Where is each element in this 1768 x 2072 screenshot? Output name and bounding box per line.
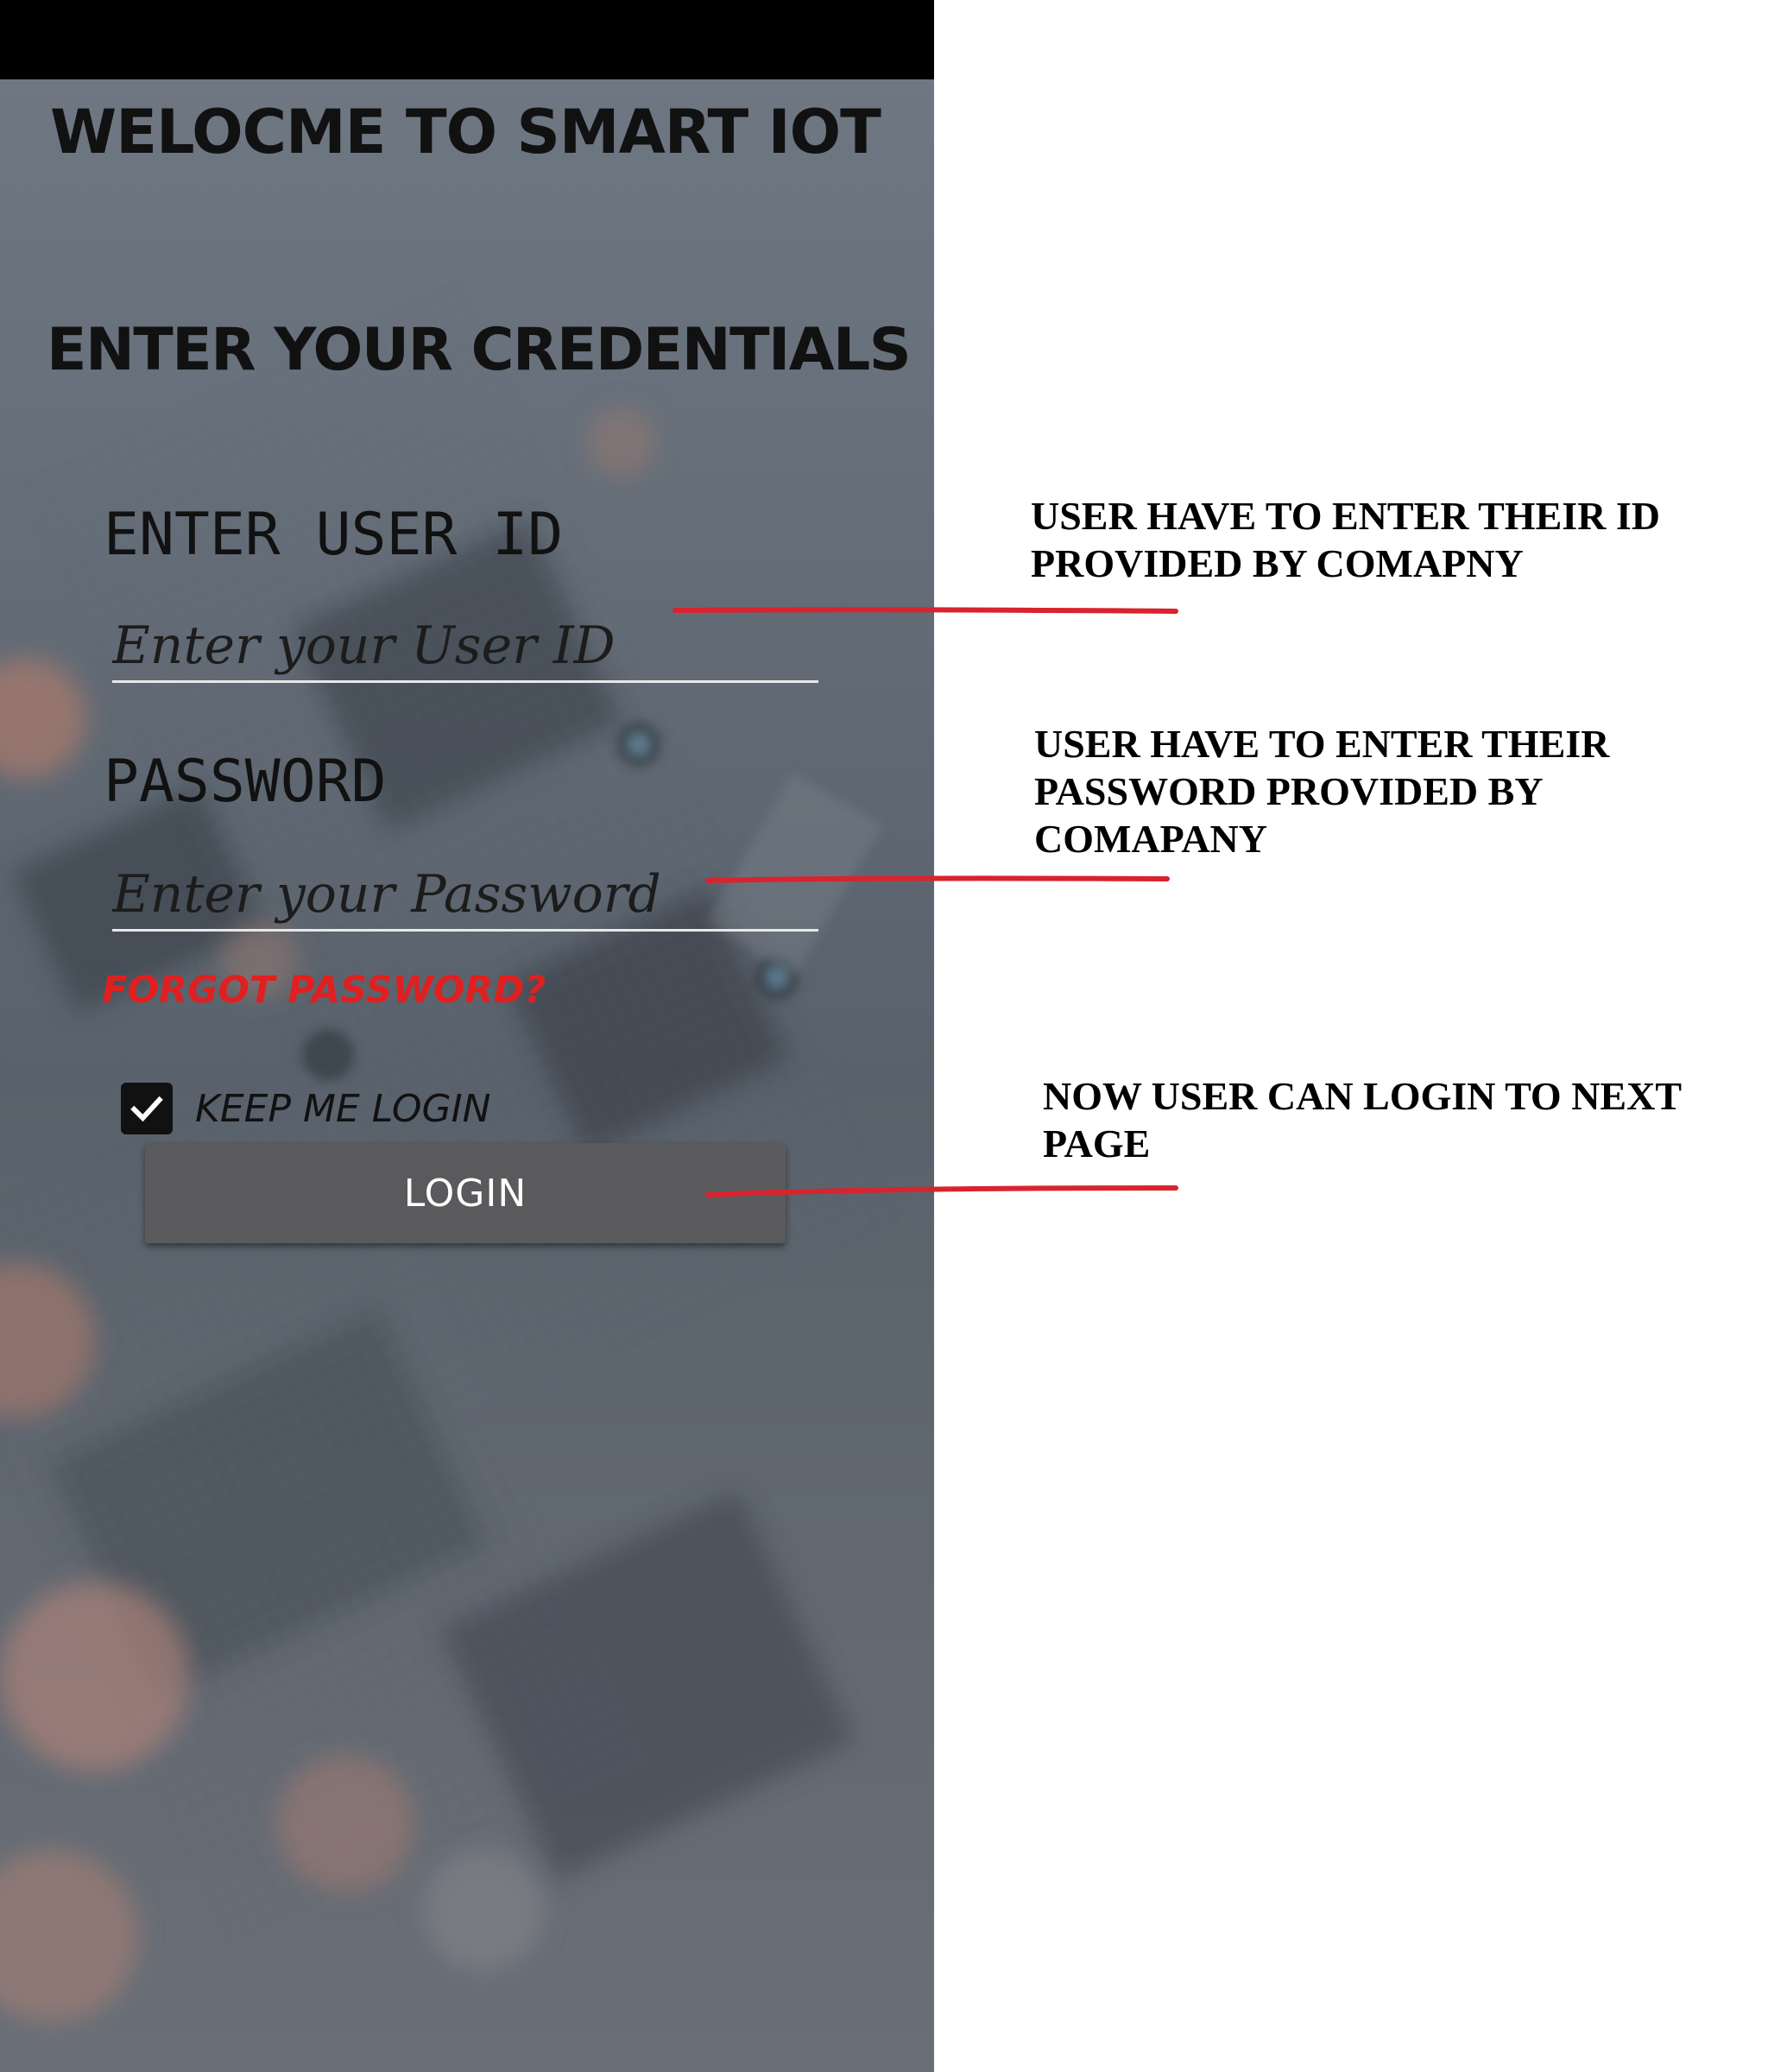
credentials-heading: ENTER YOUR CREDENTIALS xyxy=(47,316,912,384)
login-button[interactable]: LOGIN xyxy=(145,1143,786,1243)
user-id-input[interactable] xyxy=(112,611,818,683)
app-title: WELOCME TO SMART IOT xyxy=(50,97,881,167)
login-annotation: NOW USER CAN LOGIN TO NEXT PAGE xyxy=(1043,1074,1682,1166)
check-icon[interactable] xyxy=(121,1083,173,1134)
phone-screen: WELOCME TO SMART IOT ENTER YOUR CREDENTI… xyxy=(0,0,934,2072)
keep-me-login-checkbox[interactable]: KEEP ME LOGIN xyxy=(121,1081,491,1136)
user-id-annotation: USER HAVE TO ENTER THEIR ID PROVIDED BY … xyxy=(1031,494,1661,585)
password-annotation: USER HAVE TO ENTER THEIR PASSWORD PROVID… xyxy=(1034,722,1610,861)
status-bar xyxy=(0,0,934,79)
password-label: PASSWORD xyxy=(104,748,387,816)
keep-me-login-label: KEEP ME LOGIN xyxy=(195,1086,491,1131)
user-id-label: ENTER USER ID xyxy=(104,501,564,569)
forgot-password-link[interactable]: FORGOT PASSWORD? xyxy=(102,969,546,1012)
password-input[interactable] xyxy=(112,860,818,932)
